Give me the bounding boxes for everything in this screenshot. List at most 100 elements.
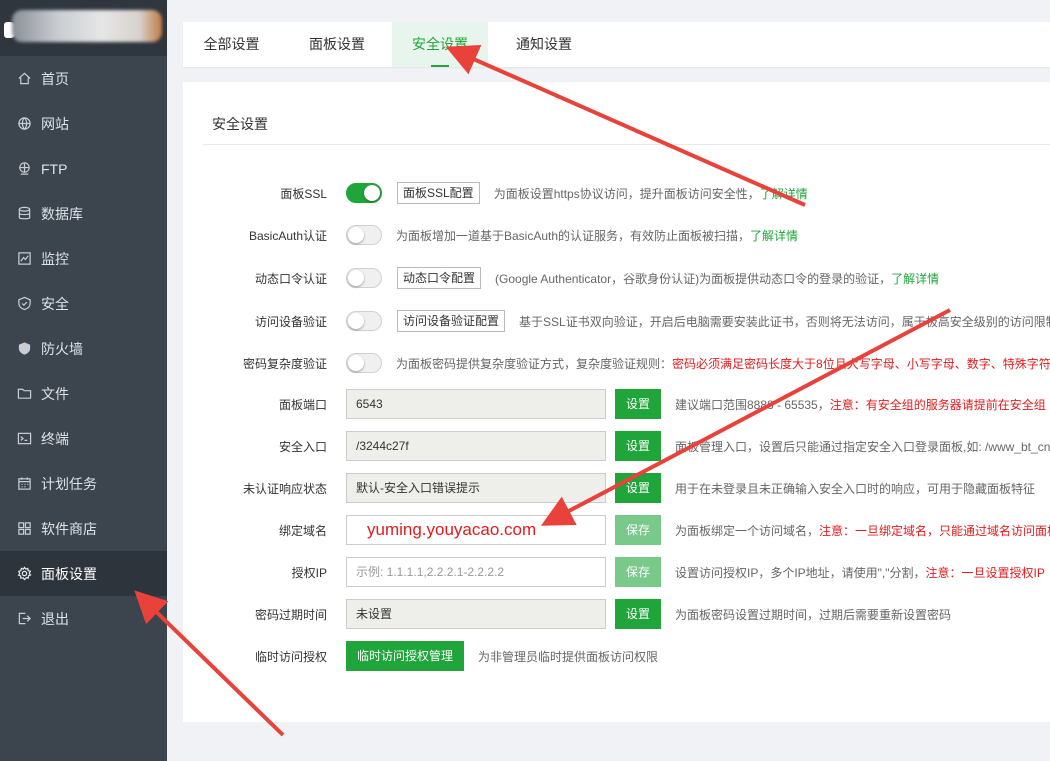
password-complexity-toggle[interactable] — [346, 353, 382, 373]
setting-row-ssl: 面板SSL 面板SSL配置 为面板设置https协议访问，提升面板访问安全性，了… — [183, 178, 1050, 208]
sidebar-item-monitor[interactable]: 监控 — [0, 236, 167, 281]
toggle-knob — [348, 313, 364, 329]
tab-security-settings[interactable]: 安全设置 — [392, 22, 488, 67]
authorized-ip-save-button[interactable]: 保存 — [615, 557, 661, 587]
warning-text: 注意：有安全组的服务器请提前在安全组 — [829, 397, 1046, 412]
setting-desc: 用于在未登录且未正确输入安全入口时的响应，可用于隐藏面板特征 — [675, 481, 1036, 496]
sidebar-item-logout[interactable]: 退出 — [0, 596, 167, 641]
toggle-knob — [348, 227, 364, 243]
security-entry-input[interactable]: /3244c27f — [346, 431, 606, 461]
sidebar-item-home[interactable]: 首页 — [0, 56, 167, 101]
sidebar-item-panel-settings[interactable]: 面板设置 — [0, 551, 167, 596]
otp-toggle[interactable] — [346, 268, 382, 288]
bind-domain-save-button[interactable]: 保存 — [615, 515, 661, 545]
setting-row-password-complexity: 密码复杂度验证 为面板密码提供复杂度验证方式，复杂度验证规则：密码必须满足密码长… — [183, 348, 1050, 378]
sidebar-item-database[interactable]: 数据库 — [0, 191, 167, 236]
setting-desc: 设置访问授权IP，多个IP地址，请使用","分割，注意：一旦设置授权IP — [675, 564, 1045, 581]
setting-desc: 面板管理入口，设置后只能通过指定安全入口登录面板,如: /www_bt_cn — [675, 439, 1050, 454]
logout-icon — [16, 611, 32, 627]
sidebar-item-terminal[interactable]: 终端 — [0, 416, 167, 461]
setting-row-bind-domain: 绑定域名 yuming.youyacao.com 保存 为面板绑定一个访问域名，… — [183, 515, 1050, 545]
password-expire-set-button[interactable]: 设置 — [615, 599, 661, 629]
ftp-icon — [16, 161, 32, 177]
temp-access-manage-button[interactable]: 临时访问授权管理 — [346, 641, 464, 671]
setting-label: 密码过期时间 — [254, 607, 327, 622]
divider — [203, 144, 1050, 145]
setting-label: 临时访问授权 — [254, 649, 327, 664]
desc-text: (Google Authenticator，谷歌身份认证)为面板提供动态口令的登… — [495, 271, 892, 286]
panel-title: 安全设置 — [212, 116, 268, 132]
security-entry-set-button[interactable]: 设置 — [615, 431, 661, 461]
learn-more-link[interactable]: 了解详情 — [891, 272, 939, 286]
firewall-icon — [16, 341, 32, 357]
sidebar-nav: 首页 网站 FTP 数据库 监控 安全 防火墙 文件 终端 计划任务 软件商店 … — [0, 56, 167, 641]
sidebar-item-firewall[interactable]: 防火墙 — [0, 326, 167, 371]
setting-label: 安全入口 — [278, 439, 327, 454]
setting-label: 未认证响应状态 — [242, 481, 327, 496]
unauth-response-set-button[interactable]: 设置 — [615, 473, 661, 503]
toggle-knob — [348, 355, 364, 371]
port-set-button[interactable]: 设置 — [615, 389, 661, 419]
settings-tabbar: 全部设置 面板设置 安全设置 通知设置 — [183, 22, 1050, 67]
sidebar-item-website[interactable]: 网站 — [0, 101, 167, 146]
setting-row-authorized-ip: 授权IP 示例: 1.1.1.1,2.2.2.1-2.2.2.2 保存 设置访问… — [183, 557, 1050, 587]
setting-label: 访问设备验证 — [254, 314, 327, 329]
setting-desc: 为面板密码设置过期时间，过期后需要重新设置密码 — [675, 607, 952, 622]
authorized-ip-input[interactable]: 示例: 1.1.1.1,2.2.2.1-2.2.2.2 — [346, 557, 606, 587]
sidebar: 首页 网站 FTP 数据库 监控 安全 防火墙 文件 终端 计划任务 软件商店 … — [0, 0, 167, 761]
unauth-response-select[interactable]: 默认-安全入口错误提示 — [346, 473, 606, 503]
setting-row-security-entry: 安全入口 /3244c27f 设置 面板管理入口，设置后只能通过指定安全入口登录… — [183, 431, 1050, 461]
tab-all-settings[interactable]: 全部设置 — [191, 22, 272, 67]
database-icon — [16, 206, 32, 222]
setting-row-port: 面板端口 6543 设置 建议端口范围8888 - 65535，注意：有安全组的… — [183, 389, 1050, 419]
port-input[interactable]: 6543 — [346, 389, 606, 419]
device-verify-toggle[interactable] — [346, 311, 382, 331]
setting-label: 面板SSL — [280, 186, 327, 201]
toggle-knob — [364, 185, 380, 201]
warning-text: 注意：一旦绑定域名，只能通过域名访问面板 — [819, 523, 1050, 538]
device-verify-config-button[interactable]: 访问设备验证配置 — [397, 310, 506, 332]
setting-row-otp: 动态口令认证 动态口令配置 (Google Authenticator，谷歌身份… — [183, 263, 1050, 293]
setting-row-password-expire: 密码过期时间 未设置 设置 为面板密码设置过期时间，过期后需要重新设置密码 — [183, 599, 1050, 629]
learn-more-link[interactable]: 了解详情 — [760, 187, 808, 201]
sidebar-item-files[interactable]: 文件 — [0, 371, 167, 416]
home-icon — [16, 71, 32, 87]
setting-label: 授权IP — [291, 565, 327, 580]
setting-label: 密码复杂度验证 — [242, 356, 327, 371]
desc-text: 建议端口范围8888 - 65535， — [675, 397, 830, 412]
grid-icon — [16, 521, 32, 537]
setting-label: 动态口令认证 — [254, 271, 327, 286]
sidebar-item-ftp[interactable]: FTP — [0, 146, 167, 191]
folder-icon — [16, 386, 32, 402]
toggle-knob — [348, 270, 364, 286]
setting-label: BasicAuth认证 — [248, 228, 327, 243]
ssl-toggle[interactable] — [346, 183, 382, 203]
sidebar-item-security[interactable]: 安全 — [0, 281, 167, 326]
password-expire-input[interactable]: 未设置 — [346, 599, 606, 629]
setting-desc: 为面板绑定一个访问域名，注意：一旦绑定域名，只能通过域名访问面板 — [675, 522, 1050, 539]
tab-notification-settings[interactable]: 通知设置 — [503, 22, 585, 67]
setting-desc: 为面板增加一道基于BasicAuth的认证服务，有效防止面板被扫描，了解详情 — [396, 227, 798, 244]
sidebar-item-cron[interactable]: 计划任务 — [0, 461, 167, 506]
tab-panel-settings[interactable]: 面板设置 — [297, 22, 377, 67]
setting-desc: 基于SSL证书双向验证，开启后电脑需要安装此证书，否则将无法访问，属于极高安全级… — [519, 314, 1050, 329]
monitor-icon — [16, 251, 32, 267]
setting-row-device-verify: 访问设备验证 访问设备验证配置 基于SSL证书双向验证，开启后电脑需要安装此证书… — [183, 306, 1050, 336]
otp-config-button[interactable]: 动态口令配置 — [397, 267, 482, 289]
sidebar-item-label: 安全 — [41, 295, 69, 312]
setting-desc: 为面板设置https协议访问，提升面板访问安全性，了解详情 — [494, 185, 808, 202]
warning-text: 密码必须满足密码长度大于8位且大写字母、小写字母、数字、特殊字符 — [672, 356, 1050, 371]
ssl-config-button[interactable]: 面板SSL配置 — [397, 182, 480, 204]
sidebar-item-label: 监控 — [41, 250, 69, 267]
desc-text: 设置访问授权IP，多个IP地址，请使用","分割， — [675, 565, 926, 580]
logo — [0, 0, 167, 56]
learn-more-link[interactable]: 了解详情 — [750, 229, 798, 243]
setting-row-basicauth: BasicAuth认证 为面板增加一道基于BasicAuth的认证服务，有效防止… — [183, 220, 1050, 250]
setting-desc: 为面板密码提供复杂度验证方式，复杂度验证规则：密码必须满足密码长度大于8位且大写… — [396, 355, 1050, 372]
globe-icon — [16, 116, 32, 132]
sidebar-item-store[interactable]: 软件商店 — [0, 506, 167, 551]
sidebar-item-label: 数据库 — [41, 205, 83, 222]
bind-domain-input[interactable]: yuming.youyacao.com — [346, 515, 606, 545]
basicauth-toggle[interactable] — [346, 225, 382, 245]
setting-row-temp-access: 临时访问授权 临时访问授权管理 为非管理员临时提供面板访问权限 — [183, 641, 1050, 671]
